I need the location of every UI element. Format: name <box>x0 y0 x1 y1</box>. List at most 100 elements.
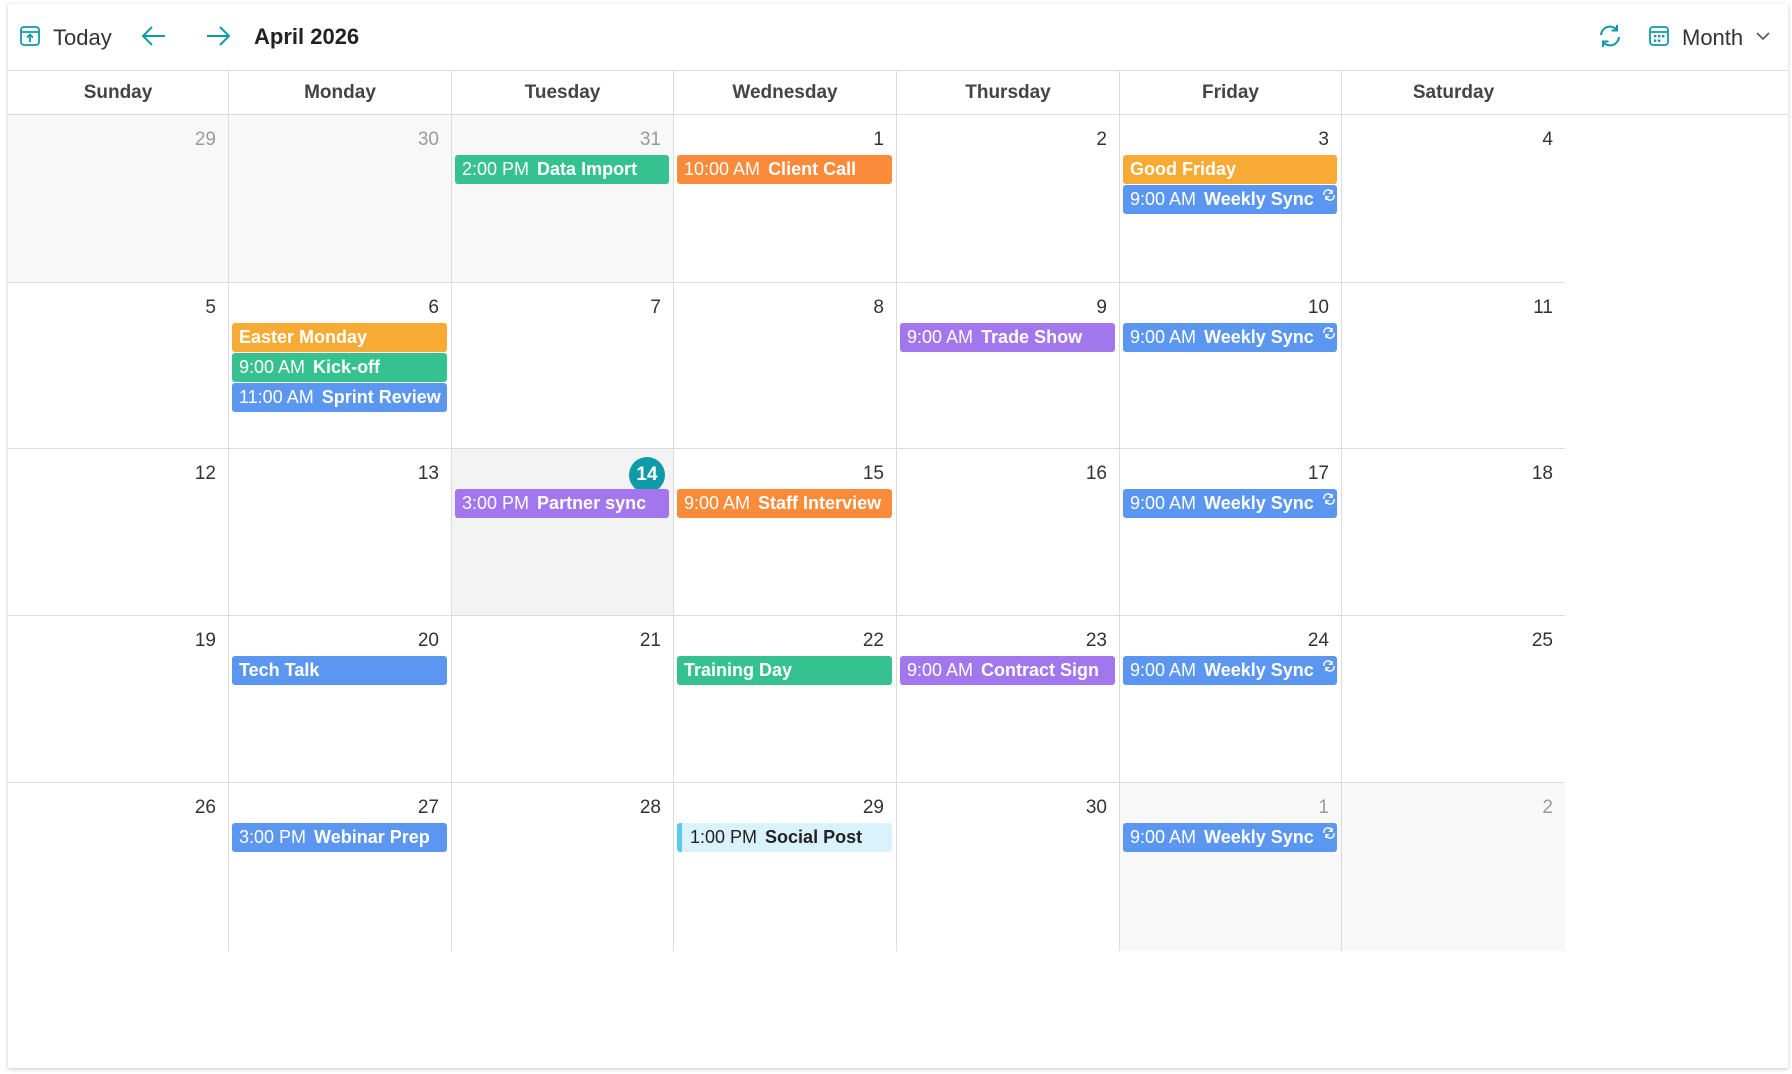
weekday-header-thursday: Thursday <box>897 71 1120 115</box>
day-number[interactable]: 21 <box>640 630 661 652</box>
day-number[interactable]: 18 <box>1532 463 1553 485</box>
day-cell[interactable]: 29 <box>8 115 229 283</box>
day-number[interactable]: 25 <box>1532 630 1553 652</box>
event-chip[interactable]: 3:00 PM Webinar Prep <box>232 823 447 852</box>
day-cell[interactable]: 5 <box>8 283 229 449</box>
day-number[interactable]: 5 <box>205 297 216 319</box>
day-cell[interactable]: 21 <box>452 616 674 783</box>
event-chip[interactable]: 9:00 AM Trade Show <box>900 323 1115 352</box>
day-cell[interactable]: 25 <box>1342 616 1565 783</box>
event-chip[interactable]: Training Day <box>677 656 892 685</box>
day-cell[interactable]: 10 9:00 AM Weekly Sync <box>1120 283 1342 449</box>
day-cell[interactable]: 30 <box>229 115 452 283</box>
day-number[interactable]: 27 <box>418 797 439 819</box>
day-number[interactable]: 8 <box>873 297 884 319</box>
day-number[interactable]: 17 <box>1308 463 1329 485</box>
event-time: 9:00 AM <box>907 660 974 680</box>
event-chip[interactable]: 9:00 AM Staff Interview <box>677 489 892 518</box>
day-cell[interactable]: 17 9:00 AM Weekly Sync <box>1120 449 1342 616</box>
event-time: 9:00 AM <box>1130 327 1197 347</box>
day-number[interactable]: 1 <box>1318 797 1329 819</box>
day-cell[interactable]: 31 2:00 PM Data Import <box>452 115 674 283</box>
event-chip[interactable]: 2:00 PM Data Import <box>455 155 669 184</box>
day-number[interactable]: 15 <box>863 463 884 485</box>
day-cell[interactable]: 15 9:00 AM Staff Interview <box>674 449 897 616</box>
day-cell[interactable]: 22 Training Day <box>674 616 897 783</box>
day-cell[interactable]: 6 Easter Monday 9:00 AM Kick-off 11:00 AM Spr… <box>229 283 452 449</box>
day-cell[interactable]: 27 3:00 PM Webinar Prep <box>229 783 452 951</box>
event-chip[interactable]: 9:00 AM Weekly Sync <box>1123 489 1337 518</box>
day-number[interactable]: 22 <box>863 630 884 652</box>
day-cell[interactable]: 8 <box>674 283 897 449</box>
day-cell[interactable]: 1 10:00 AM Client Call <box>674 115 897 283</box>
day-number[interactable]: 29 <box>863 797 884 819</box>
day-number[interactable]: 23 <box>1086 630 1107 652</box>
weekday-header-saturday: Saturday <box>1412 82 1495 103</box>
day-number[interactable]: 2 <box>1096 129 1107 151</box>
event-chip[interactable]: 9:00 AM Weekly Sync <box>1123 185 1337 214</box>
event-chip[interactable]: 1:00 PM Social Post <box>677 823 892 852</box>
day-number[interactable]: 10 <box>1308 297 1329 319</box>
day-cell[interactable]: 24 9:00 AM Weekly Sync <box>1120 616 1342 783</box>
event-title: Client Call <box>768 159 857 179</box>
event-chip[interactable]: 10:00 AM Client Call <box>677 155 892 184</box>
event-chip[interactable]: Tech Talk <box>232 656 447 685</box>
day-cell[interactable]: 29 1:00 PM Social Post <box>674 783 897 951</box>
day-number[interactable]: 16 <box>1086 463 1107 485</box>
event-chip[interactable]: 9:00 AM Weekly Sync <box>1123 823 1337 852</box>
day-number[interactable]: 29 <box>195 129 216 151</box>
next-month-button[interactable] <box>200 22 236 54</box>
day-cell[interactable]: 28 <box>452 783 674 951</box>
day-cell[interactable]: 4 <box>1342 115 1565 283</box>
day-cell[interactable]: 14 3:00 PM Partner sync <box>452 449 674 616</box>
day-cell[interactable]: 11 <box>1342 283 1565 449</box>
day-number[interactable]: 4 <box>1542 129 1553 151</box>
day-number[interactable]: 30 <box>1086 797 1107 819</box>
day-cell[interactable]: 7 <box>452 283 674 449</box>
day-cell[interactable]: 2 <box>897 115 1120 283</box>
event-title: Weekly Sync <box>1204 493 1314 513</box>
day-cell[interactable]: 19 <box>8 616 229 783</box>
event-chip[interactable]: 9:00 AM Weekly Sync <box>1123 323 1337 352</box>
day-cell[interactable]: 13 <box>229 449 452 616</box>
day-cell[interactable]: 12 <box>8 449 229 616</box>
previous-month-button[interactable] <box>136 22 172 54</box>
view-switcher[interactable]: Month <box>1648 22 1771 54</box>
day-cell[interactable]: 16 <box>897 449 1120 616</box>
day-number[interactable]: 24 <box>1308 630 1329 652</box>
day-number[interactable]: 20 <box>418 630 439 652</box>
day-number[interactable]: 13 <box>418 463 439 485</box>
event-chip[interactable]: 11:00 AM Sprint Review <box>232 383 447 412</box>
day-cell[interactable]: 18 <box>1342 449 1565 616</box>
day-cell[interactable]: 9 9:00 AM Trade Show <box>897 283 1120 449</box>
day-number[interactable]: 7 <box>650 297 661 319</box>
day-number[interactable]: 31 <box>640 129 661 151</box>
day-number[interactable]: 6 <box>428 297 439 319</box>
today-button[interactable]: Today <box>19 22 112 54</box>
today-date-badge[interactable]: 14 <box>629 457 665 493</box>
day-cell[interactable]: 20 Tech Talk <box>229 616 452 783</box>
day-number[interactable]: 1 <box>873 129 884 151</box>
day-cell[interactable]: 1 9:00 AM Weekly Sync <box>1120 783 1342 951</box>
day-number[interactable]: 26 <box>195 797 216 819</box>
day-number[interactable]: 2 <box>1542 797 1553 819</box>
event-chip[interactable]: 3:00 PM Partner sync <box>455 489 669 518</box>
day-cell[interactable]: 26 <box>8 783 229 951</box>
day-number[interactable]: 19 <box>195 630 216 652</box>
event-chip[interactable]: 9:00 AM Kick-off <box>232 353 447 382</box>
day-cell[interactable]: 23 9:00 AM Contract Sign <box>897 616 1120 783</box>
day-cell[interactable]: 3 Good Friday 9:00 AM Weekly Sync <box>1120 115 1342 283</box>
day-number[interactable]: 3 <box>1318 129 1329 151</box>
event-chip[interactable]: 9:00 AM Weekly Sync <box>1123 656 1337 685</box>
event-chip[interactable]: Good Friday <box>1123 155 1337 184</box>
day-cell[interactable]: 2 <box>1342 783 1565 951</box>
day-cell[interactable]: 30 <box>897 783 1120 951</box>
day-number[interactable]: 28 <box>640 797 661 819</box>
event-chip[interactable]: 9:00 AM Contract Sign <box>900 656 1115 685</box>
day-number[interactable]: 11 <box>1533 297 1553 319</box>
day-number[interactable]: 30 <box>418 129 439 151</box>
day-number[interactable]: 12 <box>195 463 216 485</box>
day-number[interactable]: 9 <box>1096 297 1107 319</box>
event-chip[interactable]: Easter Monday <box>232 323 447 352</box>
refresh-button[interactable] <box>1592 22 1628 54</box>
